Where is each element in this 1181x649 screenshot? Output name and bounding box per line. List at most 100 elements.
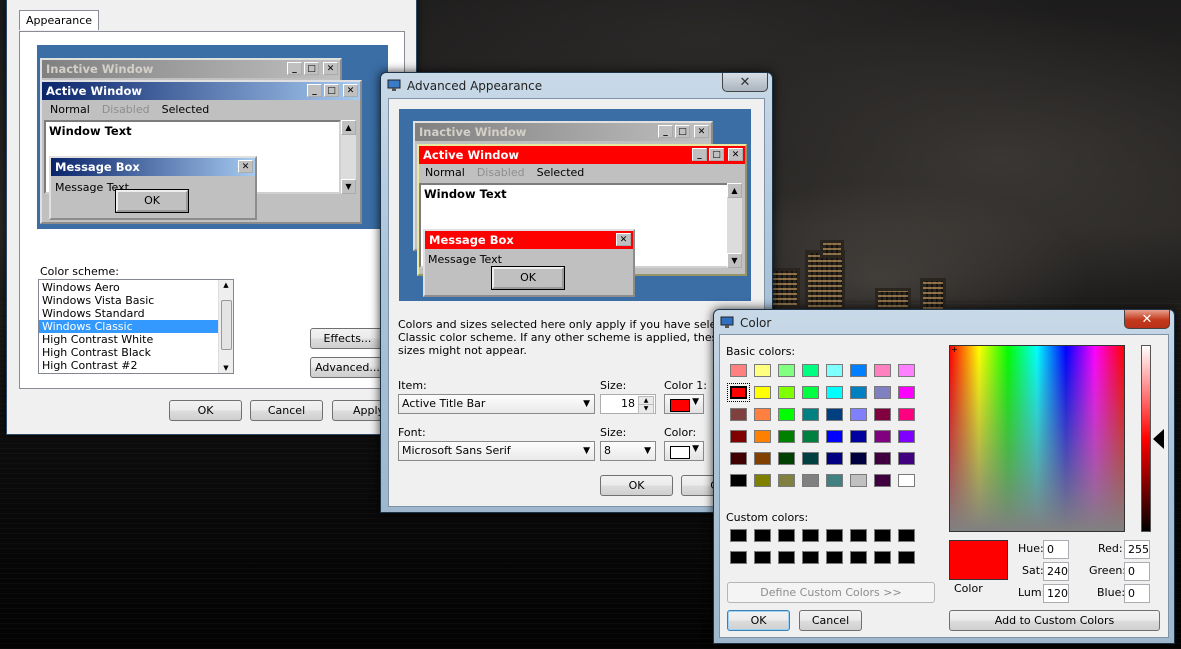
list-item[interactable]: Windows Aero [39, 281, 233, 294]
basic-color-swatch[interactable] [826, 430, 843, 443]
ok-button[interactable]: OK [727, 610, 790, 631]
custom-color-swatch[interactable] [754, 551, 771, 564]
basic-color-swatch[interactable] [874, 452, 891, 465]
custom-color-swatch[interactable] [778, 529, 795, 542]
basic-color-swatch[interactable] [898, 364, 915, 377]
basic-color-swatch[interactable] [874, 408, 891, 421]
custom-color-swatch[interactable] [898, 551, 915, 564]
basic-color-swatch[interactable] [898, 474, 915, 487]
sat-field[interactable]: 240 [1043, 562, 1069, 581]
basic-color-swatch[interactable] [898, 430, 915, 443]
cancel-button[interactable]: Cancel [250, 400, 323, 421]
color-spectrum[interactable]: + [949, 345, 1125, 532]
ok-button[interactable]: OK [169, 400, 242, 421]
basic-color-swatch[interactable] [754, 430, 771, 443]
list-item[interactable]: High Contrast White [39, 333, 233, 346]
basic-color-swatch[interactable] [898, 408, 915, 421]
custom-color-swatch[interactable] [802, 529, 819, 542]
color1-button[interactable]: ▼ [664, 394, 704, 414]
basic-color-swatch[interactable] [730, 474, 747, 487]
basic-color-swatch[interactable] [802, 452, 819, 465]
custom-color-swatch[interactable] [898, 529, 915, 542]
basic-color-swatch[interactable] [802, 364, 819, 377]
custom-color-swatch[interactable] [802, 551, 819, 564]
basic-color-swatch[interactable] [898, 386, 915, 399]
basic-color-swatch[interactable] [826, 386, 843, 399]
custom-color-swatch[interactable] [850, 529, 867, 542]
list-item[interactable]: High Contrast Black [39, 346, 233, 359]
basic-color-swatch[interactable] [898, 452, 915, 465]
advanced-button[interactable]: Advanced... [310, 357, 385, 378]
list-item-selected[interactable]: Windows Classic [39, 320, 233, 333]
tab-appearance[interactable]: Appearance [19, 10, 100, 30]
slider-arrow-icon[interactable] [1153, 429, 1164, 449]
list-item[interactable]: Windows Vista Basic [39, 294, 233, 307]
custom-color-swatch[interactable] [754, 529, 771, 542]
basic-color-swatch[interactable] [778, 452, 795, 465]
list-item[interactable]: Windows Standard [39, 307, 233, 320]
basic-color-swatch[interactable] [850, 474, 867, 487]
basic-color-swatch[interactable] [778, 364, 795, 377]
red-field[interactable]: 255 [1124, 540, 1150, 559]
list-item[interactable]: High Contrast #2 [39, 359, 233, 372]
basic-color-swatch[interactable] [874, 364, 891, 377]
basic-color-swatch[interactable] [850, 430, 867, 443]
basic-color-swatch[interactable] [826, 474, 843, 487]
basic-color-swatch[interactable] [730, 452, 747, 465]
basic-color-swatch[interactable] [874, 386, 891, 399]
font-select[interactable]: Microsoft Sans Serif ▼ [398, 441, 595, 461]
custom-color-swatch[interactable] [826, 529, 843, 542]
custom-color-swatch[interactable] [778, 551, 795, 564]
basic-color-swatch[interactable] [778, 408, 795, 421]
basic-color-swatch[interactable] [826, 452, 843, 465]
basic-color-swatch[interactable] [826, 408, 843, 421]
effects-button[interactable]: Effects... [310, 328, 385, 349]
hue-field[interactable]: 0 [1043, 540, 1069, 559]
basic-color-swatch[interactable] [754, 474, 771, 487]
ok-button[interactable]: OK [600, 475, 673, 496]
custom-color-swatch[interactable] [850, 551, 867, 564]
basic-color-swatch[interactable] [826, 364, 843, 377]
add-to-custom-colors-button[interactable]: Add to Custom Colors [949, 610, 1160, 631]
basic-color-swatch[interactable] [778, 430, 795, 443]
basic-color-swatch[interactable] [802, 430, 819, 443]
lum-field[interactable]: 120 [1043, 584, 1069, 603]
luminosity-slider[interactable] [1141, 345, 1151, 532]
cancel-button[interactable]: Cancel [799, 610, 862, 631]
basic-color-swatch[interactable] [754, 364, 771, 377]
basic-color-swatch[interactable] [754, 408, 771, 421]
spin-down-icon[interactable]: ▼ [638, 404, 654, 414]
basic-color-swatch[interactable] [802, 408, 819, 421]
basic-color-swatch[interactable] [730, 430, 747, 443]
color-scheme-list[interactable]: Windows Aero Windows Vista Basic Windows… [38, 279, 234, 374]
basic-color-swatch[interactable] [727, 383, 750, 402]
scroll-thumb[interactable] [221, 300, 232, 350]
basic-color-swatch[interactable] [874, 474, 891, 487]
basic-color-swatch[interactable] [778, 474, 795, 487]
basic-color-swatch[interactable] [850, 408, 867, 421]
font-color-button[interactable]: ▼ [664, 441, 704, 461]
size-stepper[interactable]: 18 ▲ ▼ [600, 394, 656, 414]
basic-color-swatch[interactable] [850, 452, 867, 465]
list-scrollbar[interactable]: ▲ ▼ [218, 280, 233, 373]
scroll-down-icon[interactable]: ▼ [219, 364, 233, 372]
blue-field[interactable]: 0 [1124, 584, 1150, 603]
custom-color-swatch[interactable] [874, 529, 891, 542]
close-button[interactable]: ✕ [1124, 310, 1170, 329]
basic-color-swatch[interactable] [850, 386, 867, 399]
basic-color-swatch[interactable] [754, 452, 771, 465]
basic-color-swatch[interactable] [778, 386, 795, 399]
custom-color-swatch[interactable] [730, 551, 747, 564]
basic-color-swatch[interactable] [802, 386, 819, 399]
green-field[interactable]: 0 [1124, 562, 1150, 581]
basic-color-swatch[interactable] [730, 364, 747, 377]
font-size-select[interactable]: 8 ▼ [600, 441, 656, 461]
basic-color-swatch[interactable] [850, 364, 867, 377]
custom-color-swatch[interactable] [730, 529, 747, 542]
custom-color-swatch[interactable] [826, 551, 843, 564]
item-select[interactable]: Active Title Bar ▼ [398, 394, 595, 414]
basic-color-swatch[interactable] [730, 408, 747, 421]
basic-color-swatch[interactable] [754, 386, 771, 399]
scroll-up-icon[interactable]: ▲ [219, 281, 233, 289]
basic-color-swatch[interactable] [874, 430, 891, 443]
